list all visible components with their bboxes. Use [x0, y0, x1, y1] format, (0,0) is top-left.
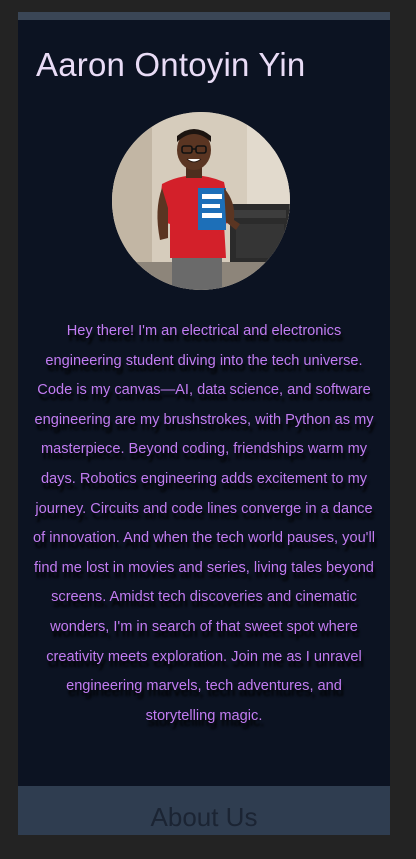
about-us-title: About Us	[150, 802, 258, 832]
bio-text: Hey there! I'm an electrical and electro…	[33, 323, 375, 724]
profile-photo-image	[112, 112, 290, 290]
profile-photo	[112, 112, 290, 290]
profile-name: Aaron Ontoyin Yin	[36, 46, 306, 83]
bio-section: Hey there! I'm an electrical and electro…	[32, 317, 376, 731]
about-us-header: About Us	[18, 786, 390, 835]
profile-card: Aaron Ontoyin Yin Hey there! I'm an elec…	[18, 12, 390, 835]
top-accent-bar	[18, 12, 390, 20]
